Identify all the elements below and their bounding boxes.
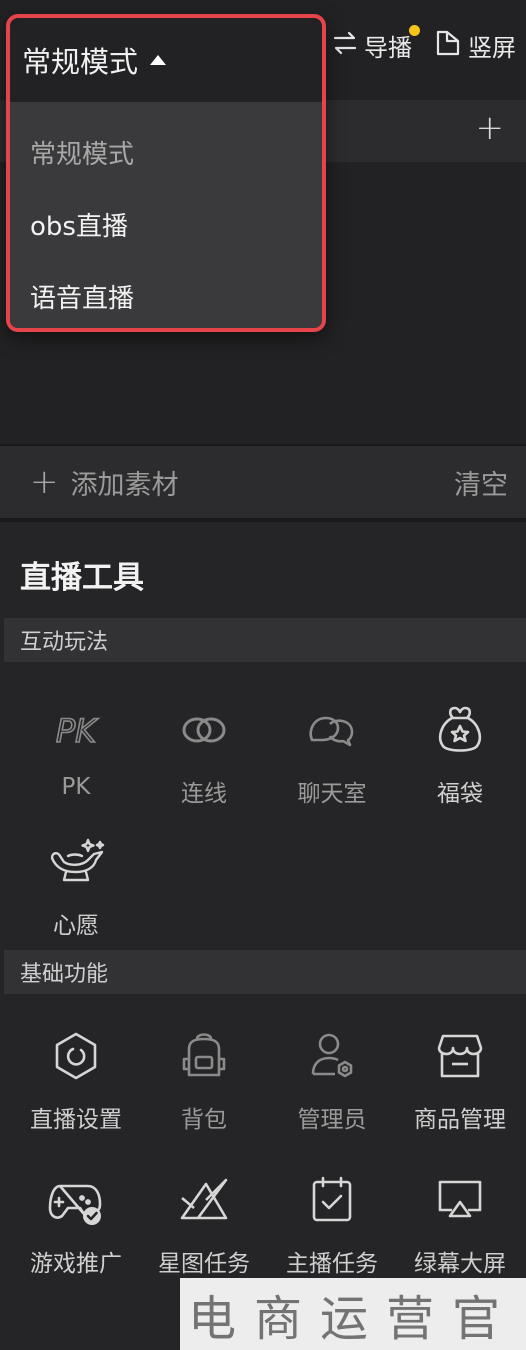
- tool-product-management[interactable]: 商品管理: [396, 1024, 524, 1134]
- mode-current-label: 常规模式: [22, 45, 139, 79]
- tools-title: 直播工具: [20, 560, 144, 596]
- tool-backpack[interactable]: 背包: [140, 1024, 268, 1134]
- calendar-check-icon: [300, 1168, 364, 1232]
- tool-game-promotion[interactable]: 游戏推广: [12, 1168, 140, 1278]
- notification-dot: [409, 25, 420, 36]
- basic-row-2: 游戏推广 星图任务 主播任务 绿幕大屏: [0, 1168, 526, 1278]
- tool-green-screen[interactable]: 绿幕大屏: [396, 1168, 524, 1278]
- add-scene-button[interactable]: +: [476, 108, 505, 148]
- admin-user-icon: [300, 1024, 364, 1088]
- mode-select[interactable]: 常规模式: [10, 18, 322, 102]
- gamepad-icon: [44, 1168, 108, 1232]
- tool-live-settings[interactable]: 直播设置: [12, 1024, 140, 1134]
- vertical-screen-icon: [434, 29, 462, 63]
- tool-lucky-bag[interactable]: 福袋: [396, 698, 524, 808]
- guide-button[interactable]: 导播: [332, 25, 420, 63]
- tool-pk[interactable]: PK PK: [12, 698, 140, 808]
- chat-room-icon: [300, 698, 364, 762]
- link-icon: [172, 698, 236, 762]
- hexagon-settings-icon: [44, 1024, 108, 1088]
- add-material-button[interactable]: + 添加素材: [30, 462, 179, 502]
- guide-label: 导播: [364, 34, 412, 62]
- tool-anchor-task[interactable]: 主播任务: [268, 1168, 396, 1278]
- basic-row-1: 直播设置 背包 管理员 商品管理: [0, 1024, 526, 1134]
- tool-wish[interactable]: 心愿: [12, 830, 140, 940]
- screen-cast-icon: [428, 1168, 492, 1232]
- add-material-label: 添加素材: [70, 469, 179, 501]
- section-header-basic: 基础功能: [4, 950, 526, 994]
- pk-icon: PK: [44, 698, 108, 762]
- interactive-row-2: 心愿: [0, 830, 526, 940]
- tool-link[interactable]: 连线: [140, 698, 268, 808]
- section-header-interactive: 互动玩法: [4, 618, 526, 662]
- svg-text:PK: PK: [56, 712, 99, 750]
- vertical-screen-label: 竖屏: [468, 34, 516, 62]
- backpack-icon: [172, 1024, 236, 1088]
- tool-label-pk: PK: [61, 774, 91, 800]
- tool-admin[interactable]: 管理员: [268, 1024, 396, 1134]
- tool-label-live-settings: 直播设置: [30, 1107, 122, 1133]
- tool-label-anchor-task: 主播任务: [286, 1251, 378, 1277]
- mode-option-obs[interactable]: obs直播: [10, 188, 322, 260]
- wish-lamp-icon: [44, 830, 108, 894]
- star-map-icon: [172, 1168, 236, 1232]
- tool-label-game-promotion: 游戏推广: [30, 1251, 122, 1277]
- lucky-bag-icon: [428, 698, 492, 762]
- store-icon: [428, 1024, 492, 1088]
- tool-star-map-task[interactable]: 星图任务: [140, 1168, 268, 1278]
- tool-label-lucky-bag: 福袋: [437, 781, 483, 807]
- material-bar: + 添加素材 清空: [0, 446, 526, 518]
- tool-chat-room[interactable]: 聊天室: [268, 698, 396, 808]
- plus-icon: +: [30, 462, 59, 502]
- clear-button[interactable]: 清空: [454, 463, 508, 502]
- caret-up-icon: [150, 55, 167, 65]
- watermark: 电商运营官: [180, 1278, 526, 1350]
- tool-label-chat-room: 聊天室: [297, 781, 367, 807]
- mode-option-voice[interactable]: 语音直播: [10, 260, 322, 328]
- tool-label-wish: 心愿: [53, 913, 99, 939]
- interactive-row-1: PK PK 连线 聊天室 福袋: [0, 698, 526, 808]
- mode-dropdown-menu: 常规模式 obs直播 语音直播: [10, 102, 322, 328]
- vertical-screen-button[interactable]: 竖屏: [434, 28, 516, 63]
- tool-label-green-screen: 绿幕大屏: [414, 1251, 506, 1277]
- tool-label-link: 连线: [181, 781, 227, 807]
- tool-label-backpack: 背包: [181, 1107, 227, 1133]
- tool-label-product-management: 商品管理: [414, 1107, 506, 1133]
- live-tools-panel: 直播工具 互动玩法 PK PK 连线 聊天室 福袋 心愿 基础功能 直播设置 背…: [0, 522, 526, 1350]
- tool-label-admin: 管理员: [297, 1107, 367, 1133]
- mode-dropdown: 常规模式 常规模式 obs直播 语音直播: [6, 14, 326, 332]
- swap-arrows-icon: [332, 30, 358, 62]
- mode-option-regular[interactable]: 常规模式: [10, 116, 322, 188]
- top-actions: 导播 竖屏: [332, 25, 516, 63]
- tool-label-star-map-task: 星图任务: [158, 1251, 250, 1277]
